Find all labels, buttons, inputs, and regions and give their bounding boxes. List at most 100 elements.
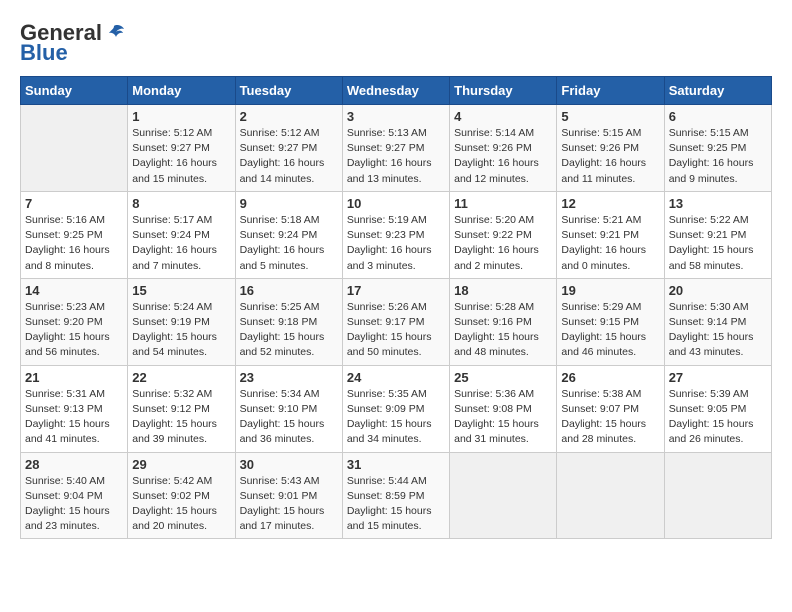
day-cell: 7Sunrise: 5:16 AMSunset: 9:25 PMDaylight… [21, 191, 128, 278]
day-number: 26 [561, 370, 659, 385]
day-info: Sunrise: 5:20 AMSunset: 9:22 PMDaylight:… [454, 213, 552, 274]
day-cell: 27 Sunrise: 5:39 AMSunset: 9:05 PMDayligh… [664, 365, 771, 452]
day-cell: 11Sunrise: 5:20 AMSunset: 9:22 PMDayligh… [450, 191, 557, 278]
day-info: Sunrise: 5:29 AMSunset: 9:15 PMDaylight:… [561, 300, 659, 361]
day-cell: 24 Sunrise: 5:35 AMSunset: 9:09 PMDayligh… [342, 365, 449, 452]
day-number: 5 [561, 109, 659, 124]
day-info: Sunrise: 5:36 AMSunset: 9:08 PMDaylight:… [454, 387, 552, 448]
day-cell: 31Sunrise: 5:44 AMSunset: 8:59 PMDayligh… [342, 452, 449, 539]
day-info: Sunrise: 5:13 AMSunset: 9:27 PMDaylight:… [347, 126, 445, 187]
column-header-monday: Monday [128, 77, 235, 105]
day-number: 23 [240, 370, 338, 385]
column-header-friday: Friday [557, 77, 664, 105]
day-number: 17 [347, 283, 445, 298]
week-row-2: 7Sunrise: 5:16 AMSunset: 9:25 PMDaylight… [21, 191, 772, 278]
day-cell: 16 Sunrise: 5:25 AMSunset: 9:18 PMDayligh… [235, 278, 342, 365]
column-header-saturday: Saturday [664, 77, 771, 105]
logo: General Blue [20, 20, 126, 66]
day-info: Sunrise: 5:40 AMSunset: 9:04 PMDaylight:… [25, 474, 123, 535]
day-number: 29 [132, 457, 230, 472]
day-cell: 1 Sunrise: 5:12 AMSunset: 9:27 PMDaylight… [128, 105, 235, 192]
day-number: 16 [240, 283, 338, 298]
day-number: 19 [561, 283, 659, 298]
day-cell: 28 Sunrise: 5:40 AMSunset: 9:04 PMDayligh… [21, 452, 128, 539]
day-number: 13 [669, 196, 767, 211]
day-info: Sunrise: 5:17 AMSunset: 9:24 PMDaylight:… [132, 213, 230, 274]
week-row-3: 14 Sunrise: 5:23 AMSunset: 9:20 PMDayligh… [21, 278, 772, 365]
day-cell [557, 452, 664, 539]
calendar-table: SundayMondayTuesdayWednesdayThursdayFrid… [20, 76, 772, 539]
day-number: 28 [25, 457, 123, 472]
day-cell [664, 452, 771, 539]
day-info: Sunrise: 5:16 AMSunset: 9:25 PMDaylight:… [25, 213, 123, 274]
day-number: 22 [132, 370, 230, 385]
column-header-tuesday: Tuesday [235, 77, 342, 105]
day-cell: 13Sunrise: 5:22 AMSunset: 9:21 PMDayligh… [664, 191, 771, 278]
calendar-body: 1 Sunrise: 5:12 AMSunset: 9:27 PMDaylight… [21, 105, 772, 539]
day-number: 6 [669, 109, 767, 124]
calendar-header: SundayMondayTuesdayWednesdayThursdayFrid… [21, 77, 772, 105]
day-info: Sunrise: 5:24 AMSunset: 9:19 PMDaylight:… [132, 300, 230, 361]
day-info: Sunrise: 5:39 AMSunset: 9:05 PMDaylight:… [669, 387, 767, 448]
day-cell: 18 Sunrise: 5:28 AMSunset: 9:16 PMDayligh… [450, 278, 557, 365]
column-header-sunday: Sunday [21, 77, 128, 105]
day-number: 30 [240, 457, 338, 472]
day-info: Sunrise: 5:42 AMSunset: 9:02 PMDaylight:… [132, 474, 230, 535]
day-cell: 15 Sunrise: 5:24 AMSunset: 9:19 PMDayligh… [128, 278, 235, 365]
logo-blue-text: Blue [20, 40, 68, 66]
day-cell: 25 Sunrise: 5:36 AMSunset: 9:08 PMDayligh… [450, 365, 557, 452]
day-cell: 19 Sunrise: 5:29 AMSunset: 9:15 PMDayligh… [557, 278, 664, 365]
day-number: 14 [25, 283, 123, 298]
week-row-4: 21 Sunrise: 5:31 AMSunset: 9:13 PMDayligh… [21, 365, 772, 452]
day-info: Sunrise: 5:28 AMSunset: 9:16 PMDaylight:… [454, 300, 552, 361]
day-number: 20 [669, 283, 767, 298]
day-number: 12 [561, 196, 659, 211]
day-number: 15 [132, 283, 230, 298]
day-info: Sunrise: 5:23 AMSunset: 9:20 PMDaylight:… [25, 300, 123, 361]
day-cell: 5 Sunrise: 5:15 AMSunset: 9:26 PMDaylight… [557, 105, 664, 192]
day-cell: 30 Sunrise: 5:43 AMSunset: 9:01 PMDayligh… [235, 452, 342, 539]
day-number: 3 [347, 109, 445, 124]
day-number: 24 [347, 370, 445, 385]
day-info: Sunrise: 5:43 AMSunset: 9:01 PMDaylight:… [240, 474, 338, 535]
day-info: Sunrise: 5:12 AMSunset: 9:27 PMDaylight:… [240, 126, 338, 187]
day-number: 9 [240, 196, 338, 211]
day-cell: 3 Sunrise: 5:13 AMSunset: 9:27 PMDaylight… [342, 105, 449, 192]
column-header-thursday: Thursday [450, 77, 557, 105]
day-cell: 29 Sunrise: 5:42 AMSunset: 9:02 PMDayligh… [128, 452, 235, 539]
day-cell: 14 Sunrise: 5:23 AMSunset: 9:20 PMDayligh… [21, 278, 128, 365]
day-number: 18 [454, 283, 552, 298]
day-cell: 17 Sunrise: 5:26 AMSunset: 9:17 PMDayligh… [342, 278, 449, 365]
day-number: 10 [347, 196, 445, 211]
day-cell: 10Sunrise: 5:19 AMSunset: 9:23 PMDayligh… [342, 191, 449, 278]
day-info: Sunrise: 5:15 AMSunset: 9:25 PMDaylight:… [669, 126, 767, 187]
day-info: Sunrise: 5:31 AMSunset: 9:13 PMDaylight:… [25, 387, 123, 448]
day-cell: 22 Sunrise: 5:32 AMSunset: 9:12 PMDayligh… [128, 365, 235, 452]
day-number: 31 [347, 457, 445, 472]
day-info: Sunrise: 5:12 AMSunset: 9:27 PMDaylight:… [132, 126, 230, 187]
day-cell: 2 Sunrise: 5:12 AMSunset: 9:27 PMDaylight… [235, 105, 342, 192]
day-number: 21 [25, 370, 123, 385]
day-info: Sunrise: 5:15 AMSunset: 9:26 PMDaylight:… [561, 126, 659, 187]
week-row-5: 28 Sunrise: 5:40 AMSunset: 9:04 PMDayligh… [21, 452, 772, 539]
day-cell: 23Sunrise: 5:34 AMSunset: 9:10 PMDayligh… [235, 365, 342, 452]
day-info: Sunrise: 5:18 AMSunset: 9:24 PMDaylight:… [240, 213, 338, 274]
day-cell: 26Sunrise: 5:38 AMSunset: 9:07 PMDayligh… [557, 365, 664, 452]
day-cell: 4Sunrise: 5:14 AMSunset: 9:26 PMDaylight… [450, 105, 557, 192]
day-info: Sunrise: 5:35 AMSunset: 9:09 PMDaylight:… [347, 387, 445, 448]
day-cell: 9 Sunrise: 5:18 AMSunset: 9:24 PMDaylight… [235, 191, 342, 278]
day-cell: 20Sunrise: 5:30 AMSunset: 9:14 PMDayligh… [664, 278, 771, 365]
day-number: 25 [454, 370, 552, 385]
day-info: Sunrise: 5:32 AMSunset: 9:12 PMDaylight:… [132, 387, 230, 448]
day-cell [21, 105, 128, 192]
day-info: Sunrise: 5:25 AMSunset: 9:18 PMDaylight:… [240, 300, 338, 361]
header-row: SundayMondayTuesdayWednesdayThursdayFrid… [21, 77, 772, 105]
day-number: 27 [669, 370, 767, 385]
week-row-1: 1 Sunrise: 5:12 AMSunset: 9:27 PMDaylight… [21, 105, 772, 192]
day-cell: 21 Sunrise: 5:31 AMSunset: 9:13 PMDayligh… [21, 365, 128, 452]
day-info: Sunrise: 5:21 AMSunset: 9:21 PMDaylight:… [561, 213, 659, 274]
day-info: Sunrise: 5:26 AMSunset: 9:17 PMDaylight:… [347, 300, 445, 361]
day-number: 1 [132, 109, 230, 124]
day-number: 2 [240, 109, 338, 124]
day-info: Sunrise: 5:14 AMSunset: 9:26 PMDaylight:… [454, 126, 552, 187]
